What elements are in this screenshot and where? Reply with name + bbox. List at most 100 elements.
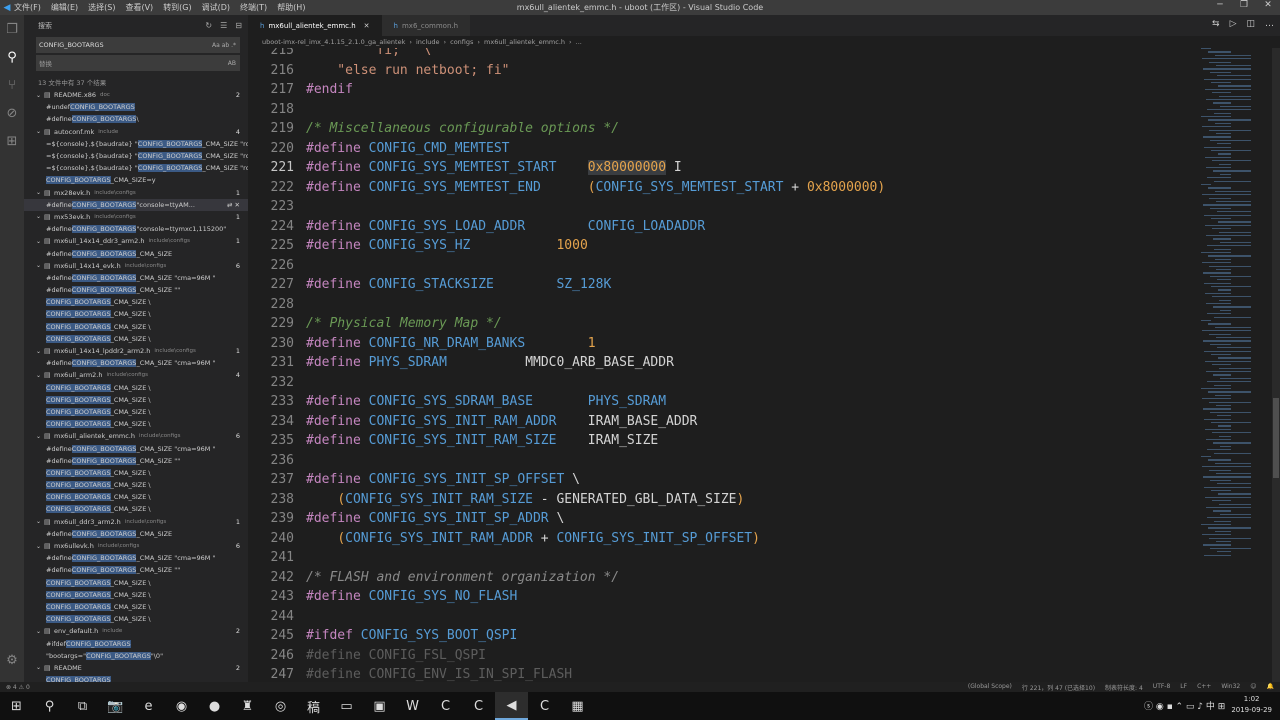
minimap[interactable]: [1193, 48, 1273, 568]
vertical-scrollbar[interactable]: [1272, 48, 1280, 682]
status-item[interactable]: (Global Scope): [968, 683, 1012, 692]
code-line[interactable]: 221 #define CONFIG_SYS_MEMTEST_START 0x80…: [248, 158, 1188, 178]
result-match-row[interactable]: #define CONFIG_BOOTARGS "console=ttymxc1…: [24, 223, 248, 235]
system-tray[interactable]: ⓢ ◉ ▪ ⌃ ▭ ♪ 中 ⊞: [1144, 699, 1225, 712]
close-tab-icon[interactable]: ✕: [364, 22, 370, 30]
result-file-row[interactable]: ⌄ ▤ env_default.h include 2: [24, 625, 248, 637]
result-match-row[interactable]: #define CONFIG_BOOTARGS \: [24, 113, 248, 125]
replace-dismiss-icon[interactable]: ⇄ ✕: [227, 201, 240, 209]
result-file-row[interactable]: ⌄ ▤ README.x86 doc 2: [24, 89, 248, 101]
menu-item[interactable]: 终端(T): [240, 3, 267, 12]
menu-item[interactable]: 帮助(H): [277, 3, 305, 12]
code-line[interactable]: 242 /* FLASH and environment organization…: [248, 568, 1188, 588]
result-file-row[interactable]: ⌄ ▤ mx6ull_ddr3_arm2.h include\configs 1: [24, 516, 248, 528]
refresh-icon[interactable]: ↻: [205, 21, 212, 30]
result-match-row[interactable]: #define CONFIG_BOOTARGS _CMA_SIZE "": [24, 564, 248, 576]
code-line[interactable]: 232: [248, 373, 1188, 393]
code-line[interactable]: 226: [248, 256, 1188, 276]
code-line[interactable]: 239 #define CONFIG_SYS_INIT_SP_ADDR \: [248, 509, 1188, 529]
search-input-value[interactable]: CONFIG_BOOTARGS: [39, 41, 104, 49]
menu-item[interactable]: 选择(S): [88, 3, 115, 12]
code-line[interactable]: 238 (CONFIG_SYS_INIT_RAM_SIZE - GENERATE…: [248, 490, 1188, 510]
result-match-row[interactable]: CONFIG_BOOTARGS _CMA_SIZE \: [24, 308, 248, 320]
app-icon[interactable]: ▣: [363, 692, 396, 720]
menu-item[interactable]: 文件(F): [14, 3, 41, 12]
app-icon[interactable]: ◎: [264, 692, 297, 720]
result-match-row[interactable]: #define CONFIG_BOOTARGS _CMA_SIZE: [24, 528, 248, 540]
result-match-row[interactable]: #define CONFIG_BOOTARGS "console=ttyAM..…: [24, 198, 248, 211]
result-match-row[interactable]: CONFIG_BOOTARGS: [24, 674, 248, 682]
app-icon[interactable]: C: [429, 692, 462, 720]
result-match-row[interactable]: #ifdef CONFIG_BOOTARGS: [24, 637, 248, 649]
code-line[interactable]: 236: [248, 451, 1188, 471]
result-match-row[interactable]: CONFIG_BOOTARGS _CMA_SIZE \: [24, 296, 248, 308]
code-line[interactable]: 243 #define CONFIG_SYS_NO_FLASH: [248, 587, 1188, 607]
result-match-row[interactable]: CONFIG_BOOTARGS _CMA_SIZE \: [24, 613, 248, 625]
word-icon[interactable]: W: [396, 692, 429, 720]
status-item[interactable]: 🔔: [1267, 683, 1274, 692]
code-line[interactable]: 245 #ifdef CONFIG_SYS_BOOT_QSPI: [248, 626, 1188, 646]
edge-icon[interactable]: e: [132, 692, 165, 720]
result-file-row[interactable]: ⌄ ▤ mx6ullevk.h include\configs 6: [24, 540, 248, 552]
breadcrumb-item[interactable]: ...: [576, 38, 582, 46]
result-match-row[interactable]: CONFIG_BOOTARGS _CMA_SIZE \: [24, 601, 248, 613]
app-icon[interactable]: C: [462, 692, 495, 720]
result-file-row[interactable]: ⌄ ▤ mx6ull_14x14_lpddr2_arm2.h include\conf…: [24, 345, 248, 357]
result-file-row[interactable]: ⌄ ▤ autoconf.mk include 4: [24, 126, 248, 138]
chevron-down-icon[interactable]: ⌄: [36, 664, 44, 671]
close-icon[interactable]: ✕: [1256, 0, 1280, 10]
code-line[interactable]: 230 #define CONFIG_NR_DRAM_BANKS 1: [248, 334, 1188, 354]
code-line[interactable]: 223: [248, 197, 1188, 217]
code-line[interactable]: 240 (CONFIG_SYS_INIT_RAM_ADDR + CONFIG_S…: [248, 529, 1188, 549]
result-match-row[interactable]: CONFIG_BOOTARGS _CMA_SIZE \: [24, 394, 248, 406]
breadcrumb-item[interactable]: include: [416, 38, 440, 46]
chevron-down-icon[interactable]: ⌄: [36, 348, 44, 355]
calculator-icon[interactable]: ▦: [561, 692, 594, 720]
result-file-row[interactable]: ⌄ ▤ README 2: [24, 662, 248, 674]
result-match-row[interactable]: CONFIG_BOOTARGS _CMA_SIZE=y: [24, 174, 248, 186]
search-input[interactable]: CONFIG_BOOTARGS Aa ab .*: [36, 37, 240, 53]
code-line[interactable]: 233 #define CONFIG_SYS_SDRAM_BASE PHYS_SD…: [248, 392, 1188, 412]
task-view-icon[interactable]: ⧉: [66, 692, 99, 720]
menu-item[interactable]: 查看(V): [125, 3, 153, 12]
result-match-row[interactable]: CONFIG_BOOTARGS _CMA_SIZE \: [24, 467, 248, 479]
result-match-row[interactable]: CONFIG_BOOTARGS _CMA_SIZE \: [24, 491, 248, 503]
start-icon[interactable]: ⊞: [0, 692, 33, 720]
status-item[interactable]: ☺: [1250, 683, 1256, 692]
status-item[interactable]: 行 221，列 47 (已选择10): [1022, 683, 1095, 692]
code-line[interactable]: 247 #define CONFIG_ENV_IS_IN_SPI_FLASH: [248, 665, 1188, 682]
code-line[interactable]: 246 #define CONFIG_FSL_QSPI: [248, 646, 1188, 666]
search-icon[interactable]: ⚲: [33, 692, 66, 720]
chevron-down-icon[interactable]: ⌄: [36, 628, 44, 635]
code-line[interactable]: 241: [248, 548, 1188, 568]
status-item[interactable]: C++: [1197, 683, 1211, 692]
search-options[interactable]: Aa ab .*: [212, 42, 236, 49]
chevron-down-icon[interactable]: ⌄: [36, 543, 44, 550]
chevron-down-icon[interactable]: ⌄: [36, 262, 44, 269]
result-match-row[interactable]: CONFIG_BOOTARGS _CMA_SIZE \: [24, 503, 248, 515]
run-icon[interactable]: ▷: [1230, 19, 1237, 29]
clear-results-icon[interactable]: ☰: [220, 21, 227, 30]
chevron-down-icon[interactable]: ⌄: [36, 92, 44, 99]
code-line[interactable]: 228: [248, 295, 1188, 315]
code-line[interactable]: 225 #define CONFIG_SYS_HZ 1000: [248, 236, 1188, 256]
result-match-row[interactable]: #define CONFIG_BOOTARGS _CMA_SIZE: [24, 247, 248, 259]
split-editor-icon[interactable]: ◫: [1246, 19, 1255, 29]
minimize-icon[interactable]: ─: [1208, 0, 1232, 10]
chevron-down-icon[interactable]: ⌄: [36, 189, 44, 196]
result-match-row[interactable]: CONFIG_BOOTARGS _CMA_SIZE \: [24, 418, 248, 430]
folder-icon[interactable]: ▭: [330, 692, 363, 720]
code-line[interactable]: 220 #define CONFIG_CMD_MEMTEST: [248, 139, 1188, 159]
code-line[interactable]: 237 #define CONFIG_SYS_INIT_SP_OFFSET \: [248, 470, 1188, 490]
breadcrumb-item[interactable]: configs: [450, 38, 473, 46]
camera-icon[interactable]: 📷: [99, 692, 132, 720]
status-item[interactable]: UTF-8: [1153, 683, 1171, 692]
search-icon[interactable]: ⚲: [0, 43, 24, 71]
files-icon[interactable]: ❐: [0, 15, 24, 43]
result-file-row[interactable]: ⌄ ▤ mx6ull_14x14_evk.h include\configs 6: [24, 260, 248, 272]
replace-options[interactable]: AB: [228, 60, 236, 67]
result-match-row[interactable]: #define CONFIG_BOOTARGS _CMA_SIZE "cma=96…: [24, 272, 248, 284]
code-line[interactable]: 219 /* Miscellaneous configurable options…: [248, 119, 1188, 139]
chevron-down-icon[interactable]: ⌄: [36, 128, 44, 135]
result-match-row[interactable]: #define CONFIG_BOOTARGS _CMA_SIZE "cma=96…: [24, 357, 248, 369]
